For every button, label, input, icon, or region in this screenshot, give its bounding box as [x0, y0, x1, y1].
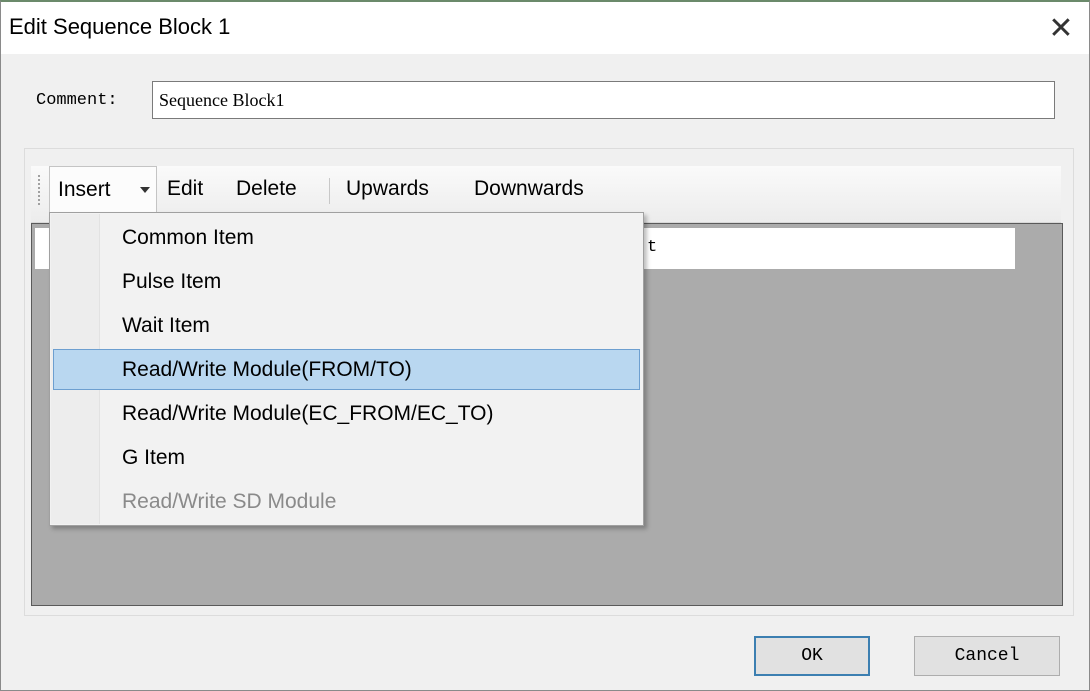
menu-item-g-item[interactable]: G Item	[53, 437, 640, 478]
comment-input[interactable]	[152, 81, 1055, 119]
toolbar-separator	[329, 178, 330, 204]
insert-label: Insert	[58, 178, 111, 201]
comment-label: Comment:	[36, 91, 118, 110]
list-item-text: t	[647, 238, 658, 257]
insert-dropdown-button[interactable]: Insert	[49, 166, 157, 212]
title-bar: Edit Sequence Block 1 ✕	[1, 2, 1089, 54]
edit-button[interactable]: Edit	[167, 166, 203, 212]
dropdown-arrow-icon	[140, 187, 150, 193]
toolbar-grip-icon[interactable]	[37, 174, 41, 206]
delete-button[interactable]: Delete	[236, 166, 297, 212]
menu-item-common-item[interactable]: Common Item	[53, 217, 640, 258]
dialog-title: Edit Sequence Block 1	[9, 14, 231, 39]
menu-item-read-write-sd-module: Read/Write SD Module	[122, 490, 337, 513]
ok-button[interactable]: OK	[754, 636, 870, 676]
menu-item-wait-item[interactable]: Wait Item	[53, 305, 640, 346]
menu-item-read-write-module-ec-from-ec-to[interactable]: Read/Write Module(EC_FROM/EC_TO)	[53, 393, 640, 434]
menu-item-read-write-module-from-to[interactable]: Read/Write Module(FROM/TO)	[53, 349, 640, 390]
cancel-button[interactable]: Cancel	[914, 636, 1060, 676]
edit-sequence-block-dialog: Edit Sequence Block 1 ✕ Comment: Insert …	[0, 0, 1090, 691]
menu-item-pulse-item[interactable]: Pulse Item	[53, 261, 640, 302]
downwards-button[interactable]: Downwards	[474, 166, 584, 212]
upwards-button[interactable]: Upwards	[346, 166, 429, 212]
close-icon[interactable]: ✕	[1033, 2, 1089, 54]
insert-menu: Common Item Pulse Item Wait Item Read/Wr…	[49, 212, 644, 526]
